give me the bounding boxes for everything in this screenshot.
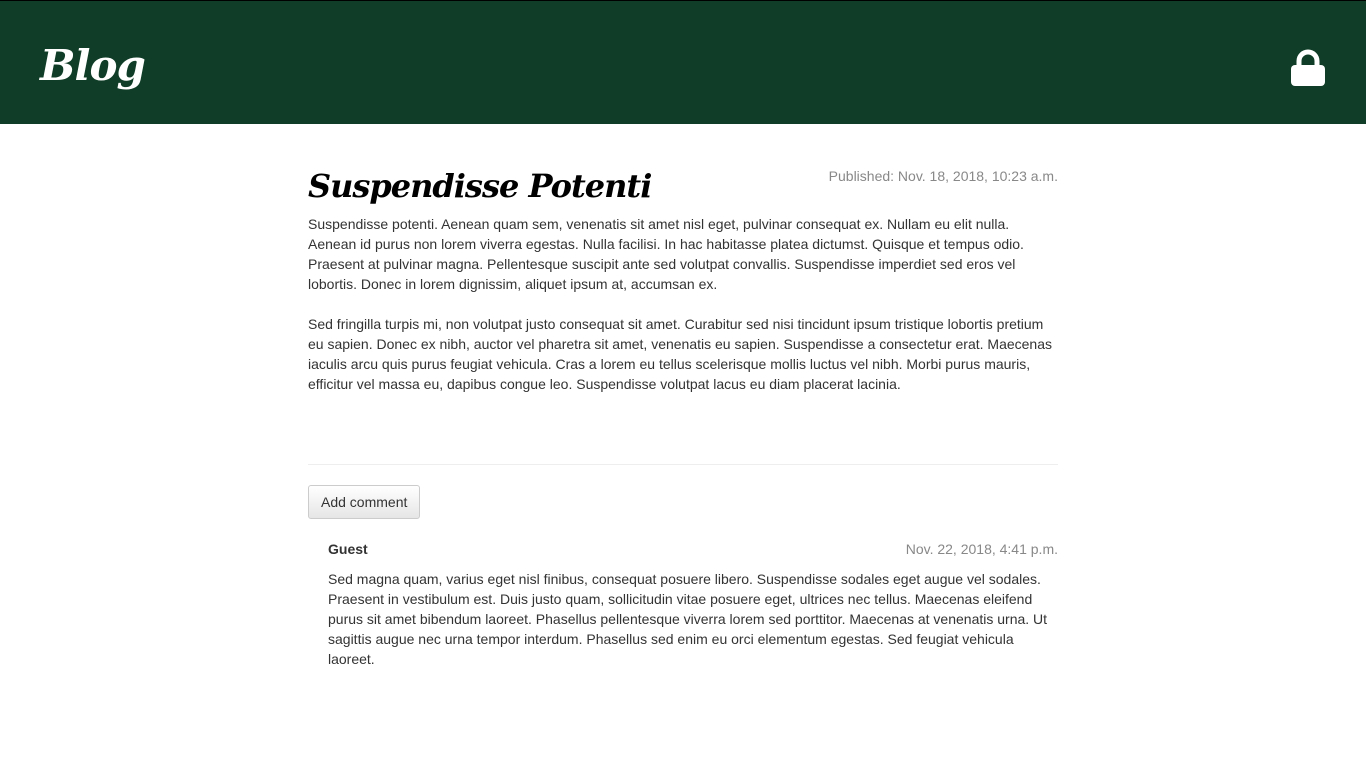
comment-date: Nov. 22, 2018, 4:41 p.m. [905,541,1058,557]
comment-author: Guest [328,541,368,557]
post-published-date: Published: Nov. 18, 2018, 10:23 a.m. [828,168,1058,184]
site-header: Blog [0,0,1366,124]
post-body: Suspendisse potenti. Aenean quam sem, ve… [308,214,1058,394]
comment-text: Sed magna quam, varius eget nisl finibus… [328,571,1048,667]
post-header: Published: Nov. 18, 2018, 10:23 a.m. Sus… [308,124,1058,214]
site-brand-link[interactable]: Blog [40,39,146,93]
post-title: Suspendisse Potenti [308,167,652,205]
post-paragraph: Suspendisse potenti. Aenean quam sem, ve… [308,216,1024,292]
add-comment-button[interactable]: Add comment [308,485,421,519]
post-paragraph: Sed fringilla turpis mi, non volutpat ju… [308,316,1052,392]
section-divider [308,464,1058,465]
lock-icon[interactable] [1290,49,1326,87]
post-container: Published: Nov. 18, 2018, 10:23 a.m. Sus… [308,124,1058,667]
